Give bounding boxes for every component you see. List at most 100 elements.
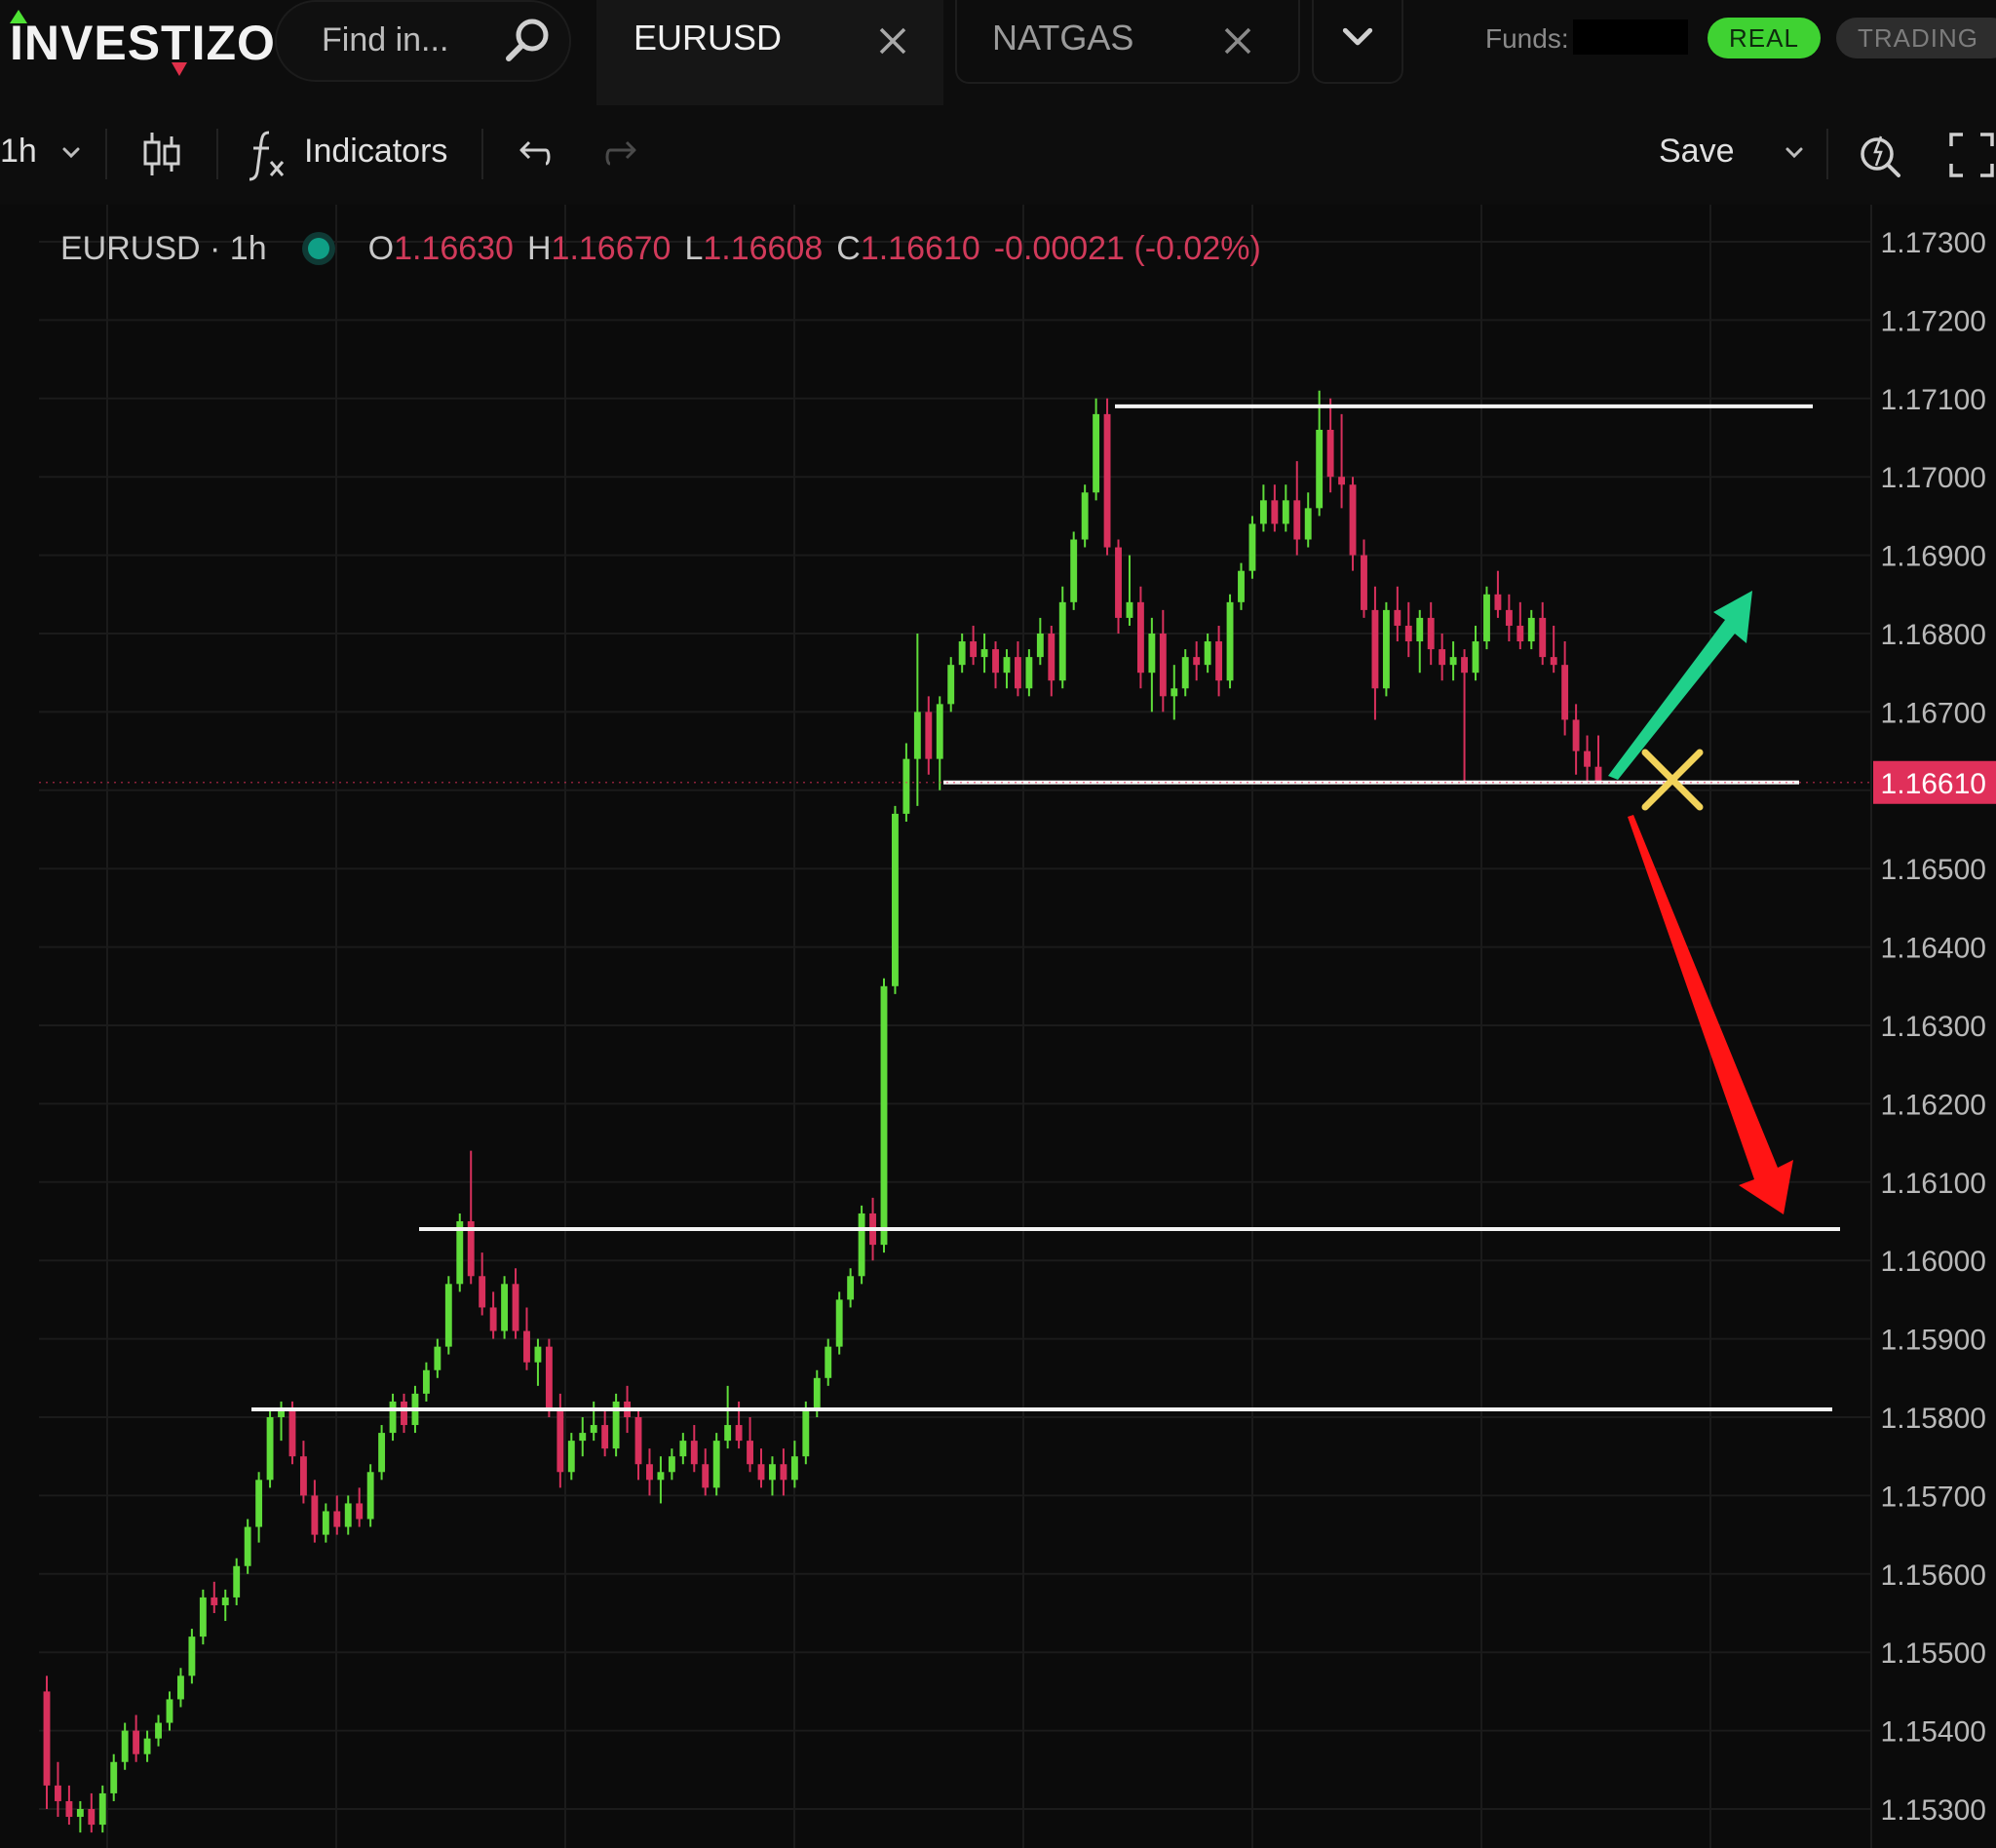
candle	[1070, 531, 1078, 610]
candle-body	[133, 1730, 140, 1754]
candle-body	[1527, 617, 1535, 642]
candle	[1416, 609, 1424, 674]
candle	[1226, 594, 1234, 689]
candle	[76, 1800, 84, 1833]
candle-body	[590, 1425, 597, 1434]
function-fx-icon[interactable]	[248, 127, 288, 181]
candle-body	[835, 1299, 843, 1347]
legend-open-key: O	[367, 229, 395, 267]
candle	[233, 1558, 241, 1605]
candle	[143, 1730, 151, 1762]
candle-body	[1382, 609, 1390, 689]
candle	[835, 1291, 843, 1355]
candle-body	[757, 1464, 765, 1481]
redo-icon[interactable]	[602, 135, 641, 173]
candle	[501, 1276, 509, 1339]
candle-body	[1316, 429, 1324, 509]
price-tick-label: 1.16000	[1881, 1246, 1986, 1278]
candle	[1461, 649, 1468, 783]
candle	[422, 1362, 430, 1402]
price-tick-label: 1.16800	[1881, 619, 1986, 651]
candle	[958, 634, 966, 674]
candle	[757, 1448, 765, 1488]
candle	[255, 1472, 263, 1543]
candle-body	[557, 1408, 564, 1473]
toolbar-divider	[1826, 129, 1828, 179]
price-tick-label: 1.15600	[1881, 1559, 1986, 1592]
search-icon[interactable]	[499, 12, 557, 70]
investizo-logo[interactable]: INVESTIZO	[10, 10, 276, 76]
candle-body	[1215, 641, 1223, 681]
price-tick-label: 1.15400	[1881, 1716, 1986, 1749]
candle-body	[668, 1456, 675, 1473]
legend-open: 1.16630	[394, 229, 514, 267]
undo-icon[interactable]	[515, 135, 554, 173]
candle-body	[1003, 657, 1011, 674]
candle-body	[1070, 539, 1078, 602]
quick-search-icon[interactable]	[1856, 129, 1904, 181]
candle-body	[825, 1346, 832, 1378]
candle-body	[1193, 657, 1201, 666]
candle	[590, 1401, 597, 1442]
chevron-down-icon[interactable]	[57, 138, 86, 168]
candle-body	[322, 1511, 329, 1535]
indicators-button[interactable]: Indicators	[304, 133, 447, 171]
candle	[646, 1448, 653, 1496]
candle	[712, 1433, 720, 1496]
candle	[1539, 601, 1547, 666]
tabs-dropdown-button[interactable]	[1312, 0, 1403, 84]
candle-body	[534, 1346, 542, 1363]
tab-natgas[interactable]: NATGAS	[955, 0, 1300, 84]
candle	[133, 1714, 140, 1762]
candle	[456, 1213, 464, 1292]
legend-symbol[interactable]: EURUSD · 1h	[60, 230, 267, 268]
candle-body	[1282, 500, 1289, 524]
price-tick-label: 1.16500	[1881, 854, 1986, 886]
candle-body	[769, 1464, 776, 1481]
price-chart[interactable]: 1.17300 1.17200 1.17100 1.17000 1.16900 1.168…	[0, 205, 1996, 1848]
candle	[378, 1425, 386, 1481]
close-icon[interactable]	[873, 21, 912, 60]
candle-body	[444, 1284, 452, 1347]
candle-body	[166, 1699, 173, 1723]
price-tick-label: 1.15500	[1881, 1637, 1986, 1670]
close-icon[interactable]	[1218, 21, 1257, 60]
candle	[1439, 634, 1446, 681]
candle	[344, 1495, 352, 1535]
candle-body	[479, 1276, 486, 1308]
candle-body	[646, 1464, 653, 1481]
tab-eurusd[interactable]: EURUSD	[596, 0, 943, 105]
interval-selector[interactable]: 1h	[0, 133, 37, 171]
candle-body	[936, 704, 943, 759]
price-tick-label: 1.16700	[1881, 697, 1986, 729]
candle	[1115, 539, 1122, 634]
candlestick-chart[interactable]: 1.17300 1.17200 1.17100 1.17000 1.16900 1.168…	[0, 205, 1996, 1848]
candle	[1282, 484, 1289, 532]
fullscreen-icon[interactable]	[1947, 131, 1996, 179]
candle	[434, 1338, 441, 1378]
candle-body	[712, 1441, 720, 1488]
candle-body	[1394, 609, 1401, 626]
candlestick-type-icon[interactable]	[138, 129, 185, 179]
chart-toolbar: 1h Indicators Save	[0, 107, 1996, 205]
trading-mode-button[interactable]: TRADING	[1836, 18, 1996, 58]
candle-body	[1293, 500, 1301, 540]
candle	[489, 1291, 497, 1339]
candle-body	[657, 1472, 665, 1481]
candle-body	[199, 1597, 207, 1637]
candle-body	[1014, 657, 1021, 689]
candle-body	[1171, 688, 1178, 697]
legend-change: -0.00021 (-0.02%)	[993, 229, 1261, 267]
candle-body	[344, 1503, 352, 1527]
save-button[interactable]: Save	[1659, 133, 1735, 171]
real-mode-button[interactable]: REAL	[1708, 18, 1821, 58]
candle-body	[255, 1480, 263, 1527]
price-tick-label: 1.15900	[1881, 1325, 1986, 1357]
candle	[512, 1268, 519, 1339]
candle	[401, 1393, 407, 1434]
candle-body	[780, 1464, 787, 1481]
candle-body	[1483, 594, 1490, 642]
chevron-down-icon[interactable]	[1780, 138, 1809, 168]
candle	[166, 1691, 173, 1731]
candle	[1159, 609, 1167, 712]
